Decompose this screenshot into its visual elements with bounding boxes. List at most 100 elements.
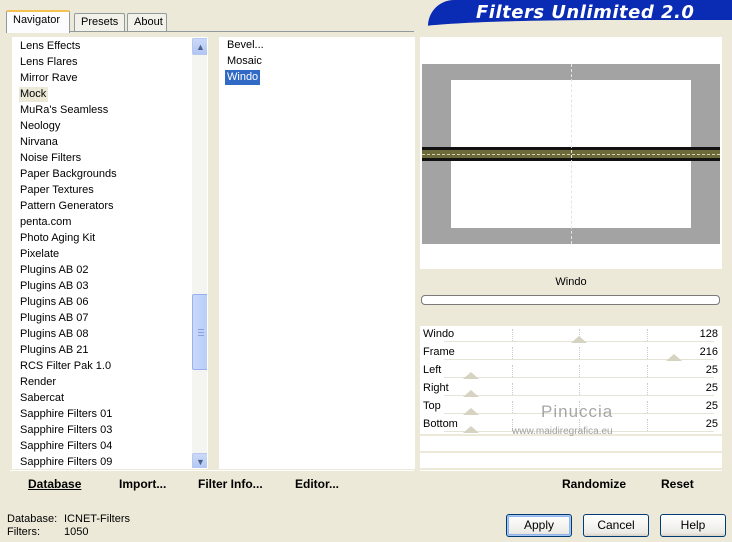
apply-button[interactable]: Apply xyxy=(506,514,572,537)
param-value: 25 xyxy=(705,382,718,394)
preview-image[interactable] xyxy=(422,64,720,244)
scroll-up-button[interactable]: ▲ xyxy=(192,38,207,55)
category-item[interactable]: Plugins AB 03 xyxy=(19,279,91,294)
cancel-button[interactable]: Cancel xyxy=(583,514,649,537)
category-item[interactable]: Paper Textures xyxy=(19,183,96,198)
category-item[interactable]: Paper Backgrounds xyxy=(19,167,119,182)
preview-guide-horizontal xyxy=(422,154,720,155)
param-tick xyxy=(646,401,648,413)
param-row-frame[interactable]: Frame 216 xyxy=(420,344,722,362)
banner-title: Filters Unlimited 2.0 xyxy=(476,2,695,23)
category-item[interactable]: Mirror Rave xyxy=(19,71,79,86)
category-item[interactable]: Nirvana xyxy=(19,135,60,150)
category-item[interactable]: Render xyxy=(19,375,58,390)
tab-about-label: About xyxy=(134,16,163,28)
status-database-value: ICNET-Filters xyxy=(64,513,130,525)
param-slider-thumb[interactable] xyxy=(463,426,479,433)
param-tick xyxy=(579,347,580,359)
category-item[interactable]: Mock xyxy=(19,87,49,102)
filter-item[interactable]: Windo xyxy=(225,70,261,85)
category-item[interactable]: Plugins AB 02 xyxy=(19,263,91,278)
param-tick xyxy=(579,365,580,377)
tab-navigator[interactable]: Navigator xyxy=(6,10,70,33)
category-item[interactable]: Pixelate xyxy=(19,247,61,262)
param-row-empty xyxy=(420,453,722,468)
param-tick xyxy=(511,401,513,413)
category-item[interactable]: Lens Effects xyxy=(19,39,82,54)
category-item[interactable]: Noise Filters xyxy=(19,151,83,166)
category-item[interactable]: Plugins AB 21 xyxy=(19,343,91,358)
param-slider-thumb[interactable] xyxy=(463,408,479,415)
editor-button[interactable]: Editor... xyxy=(295,477,339,491)
param-label: Bottom xyxy=(423,418,458,430)
tab-about[interactable]: About xyxy=(127,13,167,32)
category-item[interactable]: penta.com xyxy=(19,215,73,230)
grip-icon xyxy=(198,329,204,336)
progress-bar xyxy=(421,295,720,305)
filter-item[interactable]: Mosaic xyxy=(225,54,264,69)
category-item[interactable]: MuRa's Seamless xyxy=(19,103,110,118)
watermark-name: Pinuccia xyxy=(541,402,614,421)
parameter-button-bar: Randomize Reset xyxy=(420,470,722,498)
category-item[interactable]: Plugins AB 07 xyxy=(19,311,91,326)
param-tick xyxy=(646,347,648,359)
param-tick xyxy=(579,383,580,395)
param-slider-thumb[interactable] xyxy=(571,336,587,343)
filter-list[interactable]: Bevel... Mosaic Windo xyxy=(219,37,415,469)
category-item[interactable]: Plugins AB 08 xyxy=(19,327,91,342)
param-row-right[interactable]: Right 25 xyxy=(420,380,722,398)
param-value: 25 xyxy=(705,418,718,430)
category-item[interactable]: Sapphire Filters 03 xyxy=(19,423,114,438)
randomize-button[interactable]: Randomize xyxy=(562,477,626,491)
param-label: Right xyxy=(423,382,449,394)
param-value: 128 xyxy=(699,328,718,340)
category-item[interactable]: Sapphire Filters 04 xyxy=(19,439,114,454)
param-label: Left xyxy=(423,364,442,376)
help-button[interactable]: Help xyxy=(660,514,726,537)
param-slider-track[interactable] xyxy=(444,383,714,396)
category-list[interactable]: ▲ ▼ Lens Effects Lens Flares Mirror Rave Mo… xyxy=(12,37,208,469)
tab-presets-label: Presets xyxy=(81,16,119,28)
watermark-url: www.maidiregrafica.eu xyxy=(512,426,613,437)
import-button[interactable]: Import... xyxy=(119,477,166,491)
category-item[interactable]: Sabercat xyxy=(19,391,66,406)
param-label: Windo xyxy=(423,328,455,340)
param-value: 25 xyxy=(705,364,718,376)
param-tick xyxy=(646,329,648,341)
scroll-thumb[interactable] xyxy=(192,294,207,370)
status-filters-value: 1050 xyxy=(64,526,89,538)
param-tick xyxy=(511,365,513,377)
param-slider-thumb[interactable] xyxy=(463,372,479,379)
category-item[interactable]: RCS Filter Pak 1.0 xyxy=(19,359,113,374)
param-tick xyxy=(511,329,513,341)
chevron-down-icon: ▼ xyxy=(196,456,205,467)
product-banner: Filters Unlimited 2.0 xyxy=(428,0,732,26)
status-database-label: Database: xyxy=(7,513,58,525)
category-item[interactable]: Lens Flares xyxy=(19,55,79,70)
filter-item[interactable]: Bevel... xyxy=(225,38,266,53)
scroll-down-button[interactable]: ▼ xyxy=(192,453,207,468)
category-item[interactable]: Plugins AB 06 xyxy=(19,295,91,310)
category-scrollbar[interactable]: ▲ ▼ xyxy=(192,38,207,468)
tab-presets[interactable]: Presets xyxy=(74,13,125,32)
param-row-windo[interactable]: Windo 128 xyxy=(420,326,722,344)
status-info: Database: ICNET-Filters Filters: 1050 xyxy=(7,513,130,539)
category-item[interactable]: Photo Aging Kit xyxy=(19,231,97,246)
filter-info-button[interactable]: Filter Info... xyxy=(198,477,263,491)
navigator-button-bar: Database Import... Filter Info... Editor… xyxy=(10,470,414,498)
category-item[interactable]: Neology xyxy=(19,119,62,134)
param-value: 216 xyxy=(699,346,718,358)
param-row-left[interactable]: Left 25 xyxy=(420,362,722,380)
database-button[interactable]: Database xyxy=(28,477,81,491)
category-item[interactable]: Sapphire Filters 01 xyxy=(19,407,114,422)
category-item[interactable]: Sapphire Filters 09 xyxy=(19,455,114,468)
param-row-empty xyxy=(420,436,722,451)
category-item[interactable]: Pattern Generators xyxy=(19,199,116,214)
reset-button[interactable]: Reset xyxy=(661,477,694,491)
param-slider-track[interactable] xyxy=(444,365,714,378)
param-slider-thumb[interactable] xyxy=(665,354,682,361)
param-tick xyxy=(646,383,648,395)
preview-panel xyxy=(420,37,722,269)
param-slider-thumb[interactable] xyxy=(463,390,479,397)
param-tick xyxy=(646,419,648,431)
